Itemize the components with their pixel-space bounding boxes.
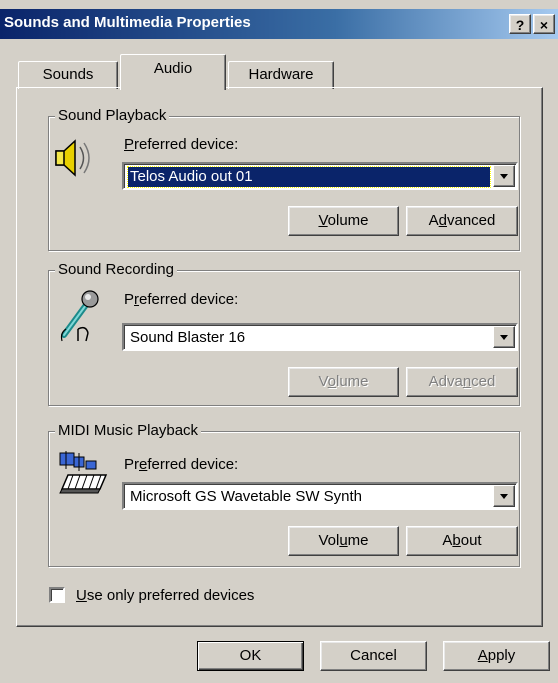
playback-device-value: Telos Audio out 01 <box>127 166 491 188</box>
use-preferred-devices-label[interactable]: Use only preferred devices <box>76 587 254 604</box>
playback-dropdown-arrow-icon[interactable] <box>493 165 515 187</box>
midi-preferred-device-label: Preferred device: <box>124 456 239 473</box>
use-preferred-devices-checkbox[interactable] <box>49 587 65 603</box>
midi-device-select[interactable]: Microsoft GS Wavetable SW Synth <box>122 482 518 510</box>
help-button[interactable]: ? <box>509 14 531 34</box>
playback-device-select[interactable]: Telos Audio out 01 <box>122 162 518 190</box>
ok-button[interactable]: OK <box>197 641 304 671</box>
recording-device-select[interactable]: Sound Blaster 16 <box>122 323 518 351</box>
midi-about-button[interactable]: About <box>406 526 518 556</box>
playback-preferred-device-label: Preferred device: <box>124 136 239 153</box>
window-title: Sounds and Multimedia Properties <box>4 14 251 31</box>
microphone-icon <box>60 290 99 342</box>
tab-hardware-label: Hardware <box>248 66 314 83</box>
tab-audio[interactable]: Audio <box>120 54 226 90</box>
recording-advanced-button[interactable]: Advanced <box>406 367 518 397</box>
tab-sounds-label: Sounds <box>42 66 94 83</box>
recording-device-value: Sound Blaster 16 <box>130 329 246 346</box>
midi-keyboard-icon <box>59 451 108 494</box>
sound-playback-group-label: Sound Playback <box>55 107 170 124</box>
recording-preferred-device-label: Preferred device: <box>124 291 239 308</box>
properties-dialog: Sounds and Multimedia Properties ? × Sou… <box>0 0 558 683</box>
apply-button[interactable]: Apply <box>443 641 550 671</box>
tab-audio-label: Audio <box>153 60 193 77</box>
midi-volume-button[interactable]: Volume <box>288 526 399 556</box>
tab-hardware[interactable]: Hardware <box>228 61 334 89</box>
recording-volume-button[interactable]: Volume <box>288 367 399 397</box>
cancel-button[interactable]: Cancel <box>320 641 427 671</box>
sound-recording-group-label: Sound Recording <box>55 261 177 278</box>
midi-device-value: Microsoft GS Wavetable SW Synth <box>130 488 363 505</box>
close-button[interactable]: × <box>533 14 555 34</box>
tab-sounds[interactable]: Sounds <box>18 61 118 89</box>
midi-dropdown-arrow-icon[interactable] <box>493 485 515 507</box>
recording-dropdown-arrow-icon[interactable] <box>493 326 515 348</box>
speaker-icon <box>55 139 90 177</box>
playback-volume-button[interactable]: Volume <box>288 206 399 236</box>
midi-playback-group-label: MIDI Music Playback <box>55 422 202 439</box>
title-bar[interactable]: Sounds and Multimedia Properties ? × <box>0 9 558 39</box>
playback-advanced-button[interactable]: Advanced <box>406 206 518 236</box>
